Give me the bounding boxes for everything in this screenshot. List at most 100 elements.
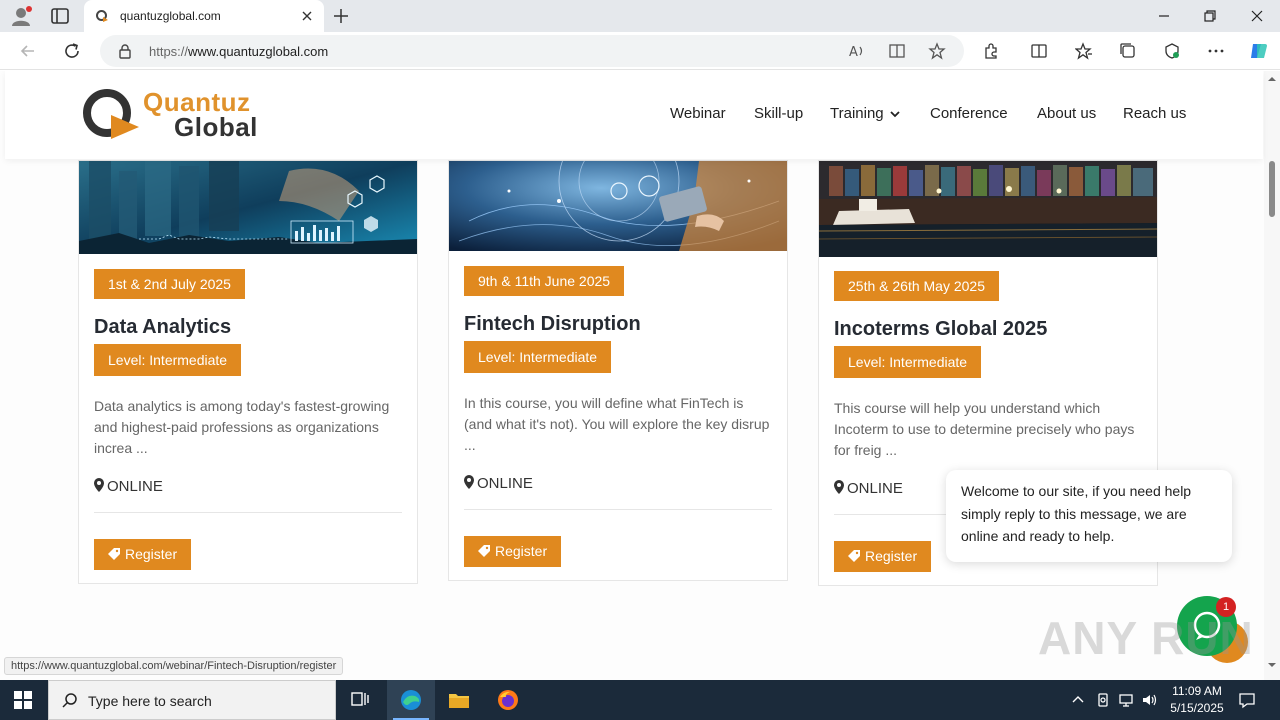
favorite-star-icon[interactable]	[928, 42, 946, 60]
immersive-reader-icon[interactable]	[888, 42, 906, 60]
nav-conference[interactable]: Conference	[930, 105, 1008, 127]
task-view-icon[interactable]	[348, 688, 372, 712]
volume-icon[interactable]	[1141, 692, 1157, 708]
read-aloud-icon[interactable]: A	[848, 42, 866, 60]
browser-essentials-icon[interactable]	[1163, 42, 1181, 60]
split-screen-icon[interactable]	[1030, 42, 1048, 60]
browser-tab-bar: quantuzglobal.com	[0, 0, 1280, 32]
course-location-label: ONLINE	[847, 480, 903, 497]
tray-overflow-chevron-icon[interactable]	[1070, 692, 1086, 708]
new-tab-icon[interactable]	[332, 7, 350, 25]
url-host: www.quantuzglobal.com	[188, 44, 329, 59]
register-label: Register	[125, 546, 178, 562]
clock-time: 11:09 AM	[1172, 684, 1222, 698]
card-divider	[94, 512, 402, 513]
scrollbar-thumb[interactable]	[1269, 161, 1275, 217]
collections-icon[interactable]	[1119, 42, 1137, 60]
course-location: ONLINE	[94, 478, 163, 495]
more-menu-icon[interactable]	[1207, 42, 1225, 60]
restore-icon[interactable]	[1200, 6, 1220, 26]
course-location: ONLINE	[834, 480, 903, 497]
taskbar-search[interactable]: Type here to search	[48, 680, 336, 720]
register-button[interactable]: Register	[834, 541, 932, 572]
course-level: Level: Intermediate	[834, 346, 982, 378]
tray-device-icon[interactable]	[1095, 692, 1111, 708]
course-card: 1st & 2nd July 2025 Data Analytics Level…	[78, 160, 418, 584]
extensions-icon[interactable]	[982, 42, 1000, 60]
register-label: Register	[495, 543, 548, 559]
chat-unread-badge: 1	[1216, 597, 1236, 617]
course-card: 9th & 11th June 2025 Fintech Disruption …	[448, 160, 788, 581]
course-date: 25th & 26th May 2025	[834, 271, 999, 301]
tab-title: quantuzglobal.com	[120, 9, 221, 23]
network-icon[interactable]	[1118, 692, 1134, 708]
system-clock[interactable]: 11:09 AM 5/15/2025	[1162, 683, 1232, 717]
course-title[interactable]: Incoterms Global 2025	[834, 318, 1047, 341]
nav-reach-us[interactable]: Reach us	[1123, 105, 1186, 127]
site-favicon-icon	[96, 10, 108, 22]
lock-icon[interactable]	[118, 43, 132, 59]
tag-icon	[108, 548, 120, 560]
browser-tab-active[interactable]: quantuzglobal.com	[84, 0, 324, 32]
course-location-label: ONLINE	[107, 478, 163, 495]
close-window-icon[interactable]	[1247, 6, 1267, 26]
tag-icon	[848, 550, 860, 562]
course-image-incoterms[interactable]	[819, 161, 1157, 257]
nav-training-label: Training	[830, 105, 884, 122]
course-image-data-analytics[interactable]	[79, 161, 417, 254]
edge-browser-icon	[401, 690, 421, 710]
page-scrollbar[interactable]	[1264, 71, 1280, 681]
file-explorer-icon[interactable]	[447, 688, 471, 712]
url-protocol: https://	[149, 44, 189, 59]
windows-taskbar: Type here to search 11:09 AM 5/15/2025	[0, 680, 1280, 720]
windows-start-icon[interactable]	[14, 691, 32, 709]
firefox-icon[interactable]	[496, 688, 520, 712]
logo-word-global: Global	[174, 112, 258, 142]
chat-welcome-message[interactable]: Welcome to our site, if you need help si…	[946, 470, 1232, 562]
svg-text:A: A	[849, 45, 858, 60]
course-title[interactable]: Data Analytics	[94, 316, 231, 339]
nav-training[interactable]: Training	[830, 105, 900, 127]
tag-icon	[478, 545, 490, 557]
card-divider	[464, 509, 772, 510]
refresh-icon[interactable]	[62, 41, 82, 61]
search-icon	[62, 693, 77, 708]
address-bar[interactable]: https://www.quantuzglobal.com A	[100, 35, 964, 67]
course-level: Level: Intermediate	[94, 344, 242, 376]
logo-q-icon	[83, 89, 139, 139]
course-title[interactable]: Fintech Disruption	[464, 313, 641, 336]
scroll-down-icon[interactable]	[1268, 661, 1276, 669]
page-viewport[interactable]: Quantuz Global Webinar Skill-up Training…	[0, 71, 1280, 681]
register-button[interactable]: Register	[94, 539, 192, 570]
course-description: This course will help you understand whi…	[834, 400, 1135, 458]
scroll-up-icon[interactable]	[1268, 75, 1276, 83]
minimize-icon[interactable]	[1154, 6, 1174, 26]
copilot-icon[interactable]	[1248, 40, 1270, 62]
url-text[interactable]: https://www.quantuzglobal.com	[149, 44, 328, 59]
course-date: 9th & 11th June 2025	[464, 266, 625, 296]
nav-about-us[interactable]: About us	[1037, 105, 1096, 127]
course-description: Data analytics is among today's fastest-…	[94, 398, 390, 456]
course-location: ONLINE	[464, 475, 533, 492]
back-icon[interactable]	[18, 41, 38, 61]
nav-skill-up[interactable]: Skill-up	[754, 105, 803, 127]
browser-toolbar: https://www.quantuzglobal.com A	[0, 32, 1280, 70]
taskbar-edge-active[interactable]	[387, 680, 435, 720]
profile-icon[interactable]	[10, 6, 32, 26]
nav-webinar[interactable]: Webinar	[670, 105, 726, 127]
course-image-fintech-disruption[interactable]	[449, 161, 787, 251]
close-tab-icon[interactable]	[299, 8, 315, 24]
clock-date: 5/15/2025	[1170, 701, 1224, 715]
favorites-icon[interactable]	[1075, 42, 1093, 60]
status-bar-url: https://www.quantuzglobal.com/webinar/Fi…	[4, 657, 344, 675]
register-button[interactable]: Register	[464, 536, 562, 567]
notifications-icon[interactable]	[1238, 691, 1256, 709]
course-level: Level: Intermediate	[464, 341, 612, 373]
tab-actions-icon[interactable]	[50, 7, 70, 25]
search-placeholder: Type here to search	[88, 693, 212, 709]
site-logo[interactable]: Quantuz Global	[81, 85, 261, 145]
course-location-label: ONLINE	[477, 475, 533, 492]
register-label: Register	[865, 548, 918, 564]
map-marker-icon	[464, 475, 474, 489]
site-header: Quantuz Global Webinar Skill-up Training…	[5, 71, 1263, 159]
